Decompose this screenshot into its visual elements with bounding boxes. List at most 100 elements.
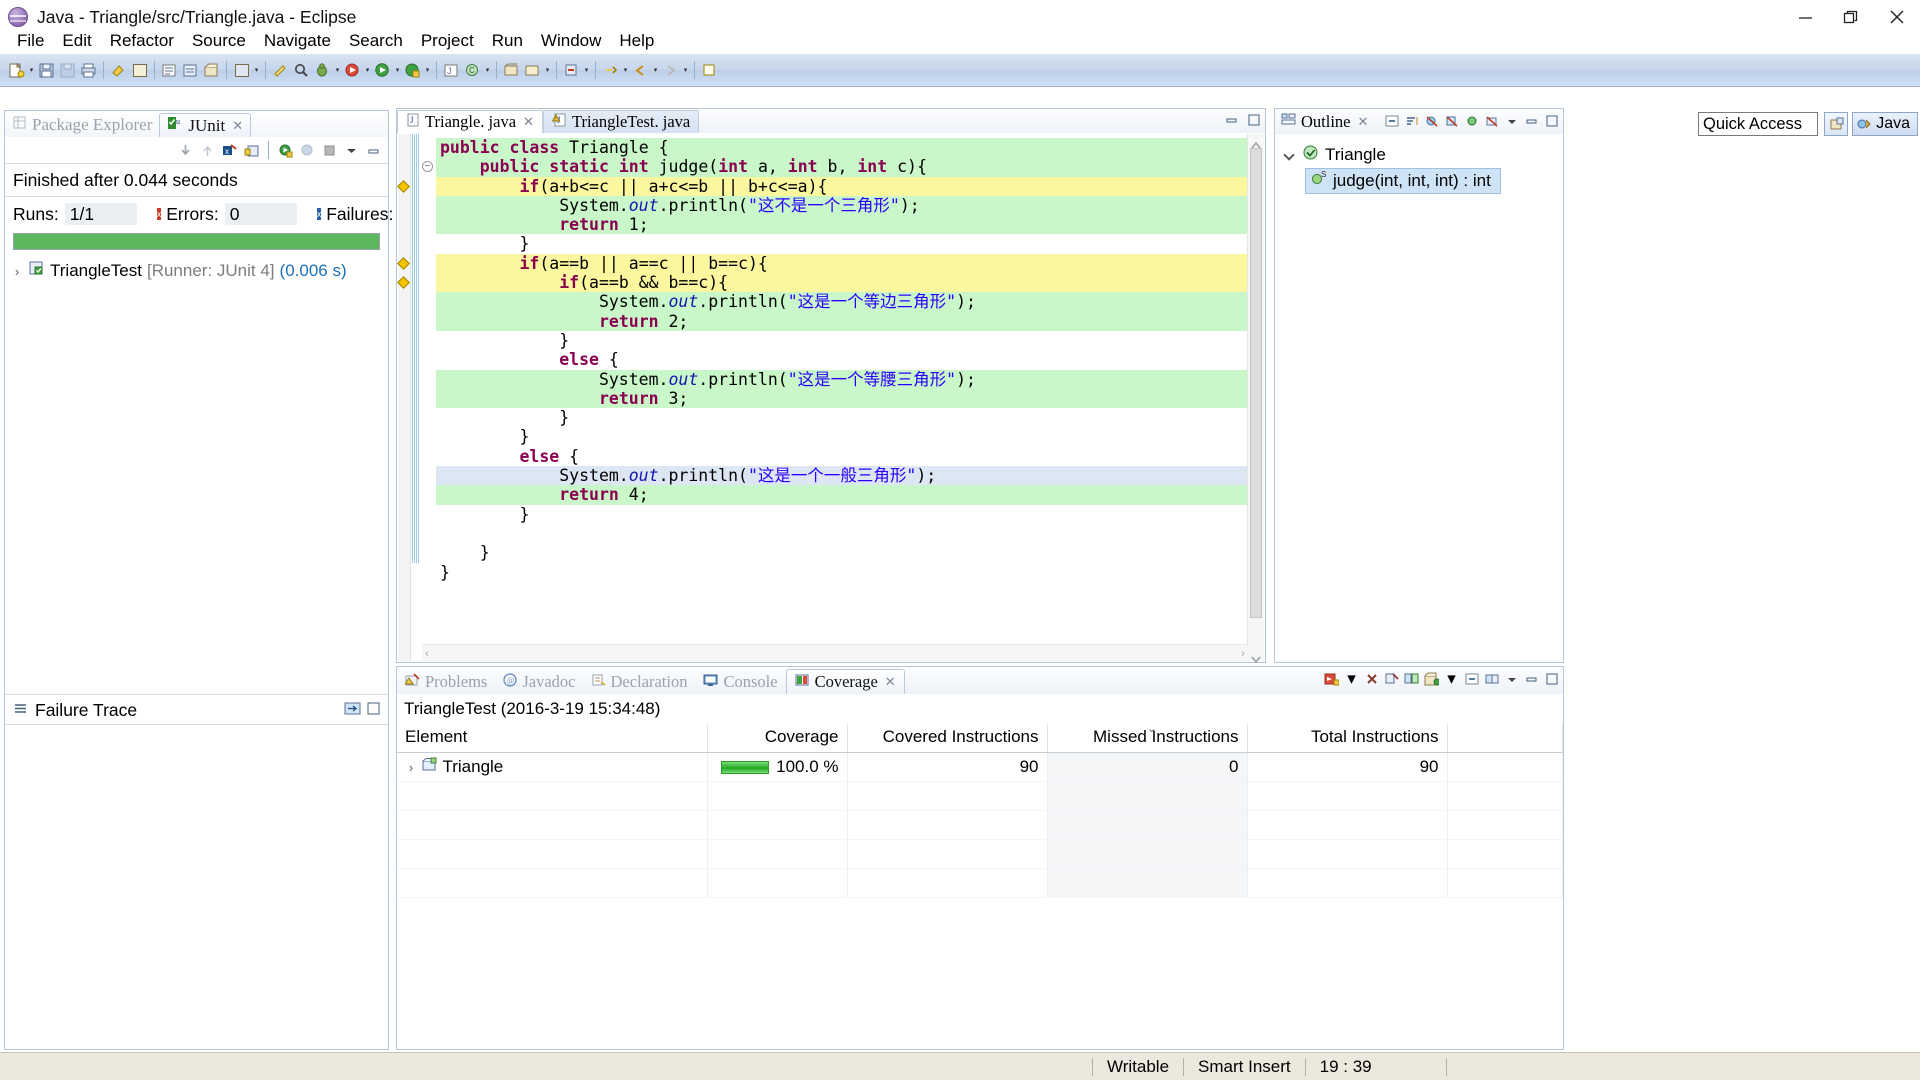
perspective-java-button[interactable]: Java: [1852, 112, 1918, 136]
compare-result-icon[interactable]: [344, 700, 361, 717]
search-dropdown-icon[interactable]: ▾: [252, 61, 261, 80]
editor-minimize-icon[interactable]: [1225, 112, 1239, 132]
hide-fields-icon[interactable]: [1424, 113, 1439, 128]
coverage-rerun-icon[interactable]: [1324, 671, 1339, 686]
previous-failure-icon[interactable]: [199, 142, 216, 159]
annotation-next-icon[interactable]: [562, 61, 581, 80]
breakpoint-marker-icon[interactable]: [397, 179, 410, 193]
new-package-icon[interactable]: [202, 61, 221, 80]
menu-run[interactable]: Run: [483, 30, 532, 52]
coverage-dropdown-icon[interactable]: ▾: [363, 61, 372, 80]
column-covered-instructions[interactable]: Covered Instructions: [847, 724, 1048, 753]
back-dropdown-icon[interactable]: ▾: [651, 61, 660, 80]
outline-row-method[interactable]: S judge(int, int, int) : int: [1305, 168, 1501, 194]
row-expand-chevron-icon[interactable]: ›: [405, 760, 417, 775]
scroll-left-icon[interactable]: ‹: [425, 646, 429, 660]
outline-view-menu-icon[interactable]: [1504, 113, 1519, 128]
coverage-export-dropdown-icon[interactable]: ▾: [1444, 669, 1459, 688]
source-code[interactable]: public class Triangle { public static in…: [436, 134, 1247, 582]
pin-editor-icon[interactable]: [700, 61, 719, 80]
bottom-tab-problems[interactable]: Problems: [397, 669, 495, 694]
search-icon[interactable]: [292, 61, 311, 80]
bottom-tab-coverage[interactable]: Coverage ✕: [785, 669, 905, 694]
rerun-failed-icon[interactable]: [299, 142, 316, 159]
save-all-icon[interactable]: [58, 61, 77, 80]
coverage-maximize-icon[interactable]: [1544, 671, 1559, 686]
next-failure-icon[interactable]: [177, 142, 194, 159]
view-menu-icon[interactable]: [343, 142, 360, 159]
test-tree-row[interactable]: › TriangleTest [Runner: JUnit 4] (0.006 …: [11, 260, 388, 282]
coverage-view-menu-icon[interactable]: [1504, 671, 1519, 686]
editor-vertical-scrollbar[interactable]: [1247, 134, 1264, 664]
annotation-dropdown-icon[interactable]: ▾: [582, 61, 591, 80]
editor-tab-close-icon[interactable]: ✕: [523, 114, 534, 130]
fold-collapse-icon[interactable]: −: [422, 161, 433, 173]
collapse-all-icon[interactable]: [1384, 113, 1399, 128]
debug-icon[interactable]: [313, 61, 332, 80]
menu-search[interactable]: Search: [340, 30, 412, 52]
open-perspective-icon[interactable]: [502, 61, 521, 80]
stop-icon[interactable]: [321, 142, 338, 159]
coverage-link-icon[interactable]: [1484, 671, 1499, 686]
debug-dropdown-icon[interactable]: ▾: [333, 61, 342, 80]
show-failures-only-icon[interactable]: x: [221, 142, 238, 159]
coverage-export-icon[interactable]: [1424, 671, 1439, 686]
table-row[interactable]: › Triangle 100.0 % 90 0 90: [397, 752, 1563, 782]
annotation-ruler[interactable]: [397, 134, 411, 661]
previous-edit-icon[interactable]: [601, 61, 620, 80]
breakpoint-marker-icon[interactable]: [397, 276, 410, 289]
print-icon[interactable]: [79, 61, 98, 80]
open-perspective-button[interactable]: [1824, 112, 1849, 136]
breakpoint-marker-icon[interactable]: [397, 256, 410, 270]
coverage-collapse-all-icon[interactable]: [1464, 671, 1479, 686]
menu-edit[interactable]: Edit: [53, 30, 100, 52]
editor-maximize-icon[interactable]: [1247, 112, 1261, 132]
open-type-icon[interactable]: [160, 61, 179, 80]
bottom-tab-close-icon[interactable]: ✕: [885, 674, 896, 690]
forward-dropdown-icon[interactable]: ▾: [681, 61, 690, 80]
bottom-tab-console[interactable]: Console: [695, 669, 785, 694]
menu-refactor[interactable]: Refactor: [101, 30, 183, 52]
tab-close-icon[interactable]: ✕: [232, 118, 243, 134]
menu-window[interactable]: Window: [532, 30, 610, 52]
editor-tab-triangletest-java[interactable]: J!TriangleTest. java: [542, 110, 700, 133]
run-icon[interactable]: [373, 61, 392, 80]
folding-ruler[interactable]: −: [420, 134, 436, 661]
menu-navigate[interactable]: Navigate: [255, 30, 340, 52]
column-element[interactable]: Element: [397, 724, 708, 753]
hide-static-icon[interactable]: [1444, 113, 1459, 128]
run-dropdown-icon[interactable]: ▾: [393, 61, 402, 80]
forward-icon[interactable]: [661, 61, 680, 80]
toggle-marker-icon[interactable]: [130, 61, 149, 80]
search-selector-icon[interactable]: [232, 61, 251, 80]
coverage-rerun-dropdown-icon[interactable]: ▾: [1344, 669, 1359, 688]
outline-row-class[interactable]: Triangle: [1279, 142, 1563, 168]
new-wizard-icon[interactable]: [7, 61, 26, 80]
column-coverage[interactable]: Coverage: [707, 724, 848, 753]
save-icon[interactable]: [37, 61, 56, 80]
coverage-minimize-icon[interactable]: [1524, 671, 1539, 686]
outline-close-icon[interactable]: ✕: [1358, 114, 1369, 130]
menu-help[interactable]: Help: [610, 30, 663, 52]
scroll-right-icon[interactable]: ›: [1241, 646, 1245, 660]
last-edit-icon[interactable]: [271, 61, 290, 80]
chevron-down-icon[interactable]: [1283, 149, 1295, 161]
run-external-dropdown-icon[interactable]: ▾: [423, 61, 432, 80]
expand-chevron-icon[interactable]: ›: [11, 264, 23, 279]
bottom-tab-javadoc[interactable]: @ Javadoc: [495, 669, 583, 694]
outline-maximize-icon[interactable]: [1544, 113, 1559, 128]
coverage-remove-all-icon[interactable]: [1384, 671, 1399, 686]
run-external-icon[interactable]: [403, 61, 422, 80]
hide-local-icon[interactable]: [1484, 113, 1499, 128]
tab-package-explorer[interactable]: Package Explorer: [5, 113, 159, 137]
scroll-lock-icon[interactable]: [243, 142, 260, 159]
coverage-merge-icon[interactable]: [1404, 671, 1419, 686]
menu-file[interactable]: File: [8, 30, 53, 52]
quick-access-field[interactable]: Quick Access: [1698, 112, 1818, 136]
code-text-area[interactable]: public class Triangle { public static in…: [436, 134, 1247, 661]
outline-minimize-icon[interactable]: [1524, 113, 1539, 128]
new-wizard-dropdown-icon[interactable]: ▾: [27, 61, 36, 80]
coverage-remove-icon[interactable]: [1364, 671, 1379, 686]
maximize-trace-icon[interactable]: [365, 700, 382, 717]
tab-junit[interactable]: u JUnit ✕: [159, 113, 252, 137]
